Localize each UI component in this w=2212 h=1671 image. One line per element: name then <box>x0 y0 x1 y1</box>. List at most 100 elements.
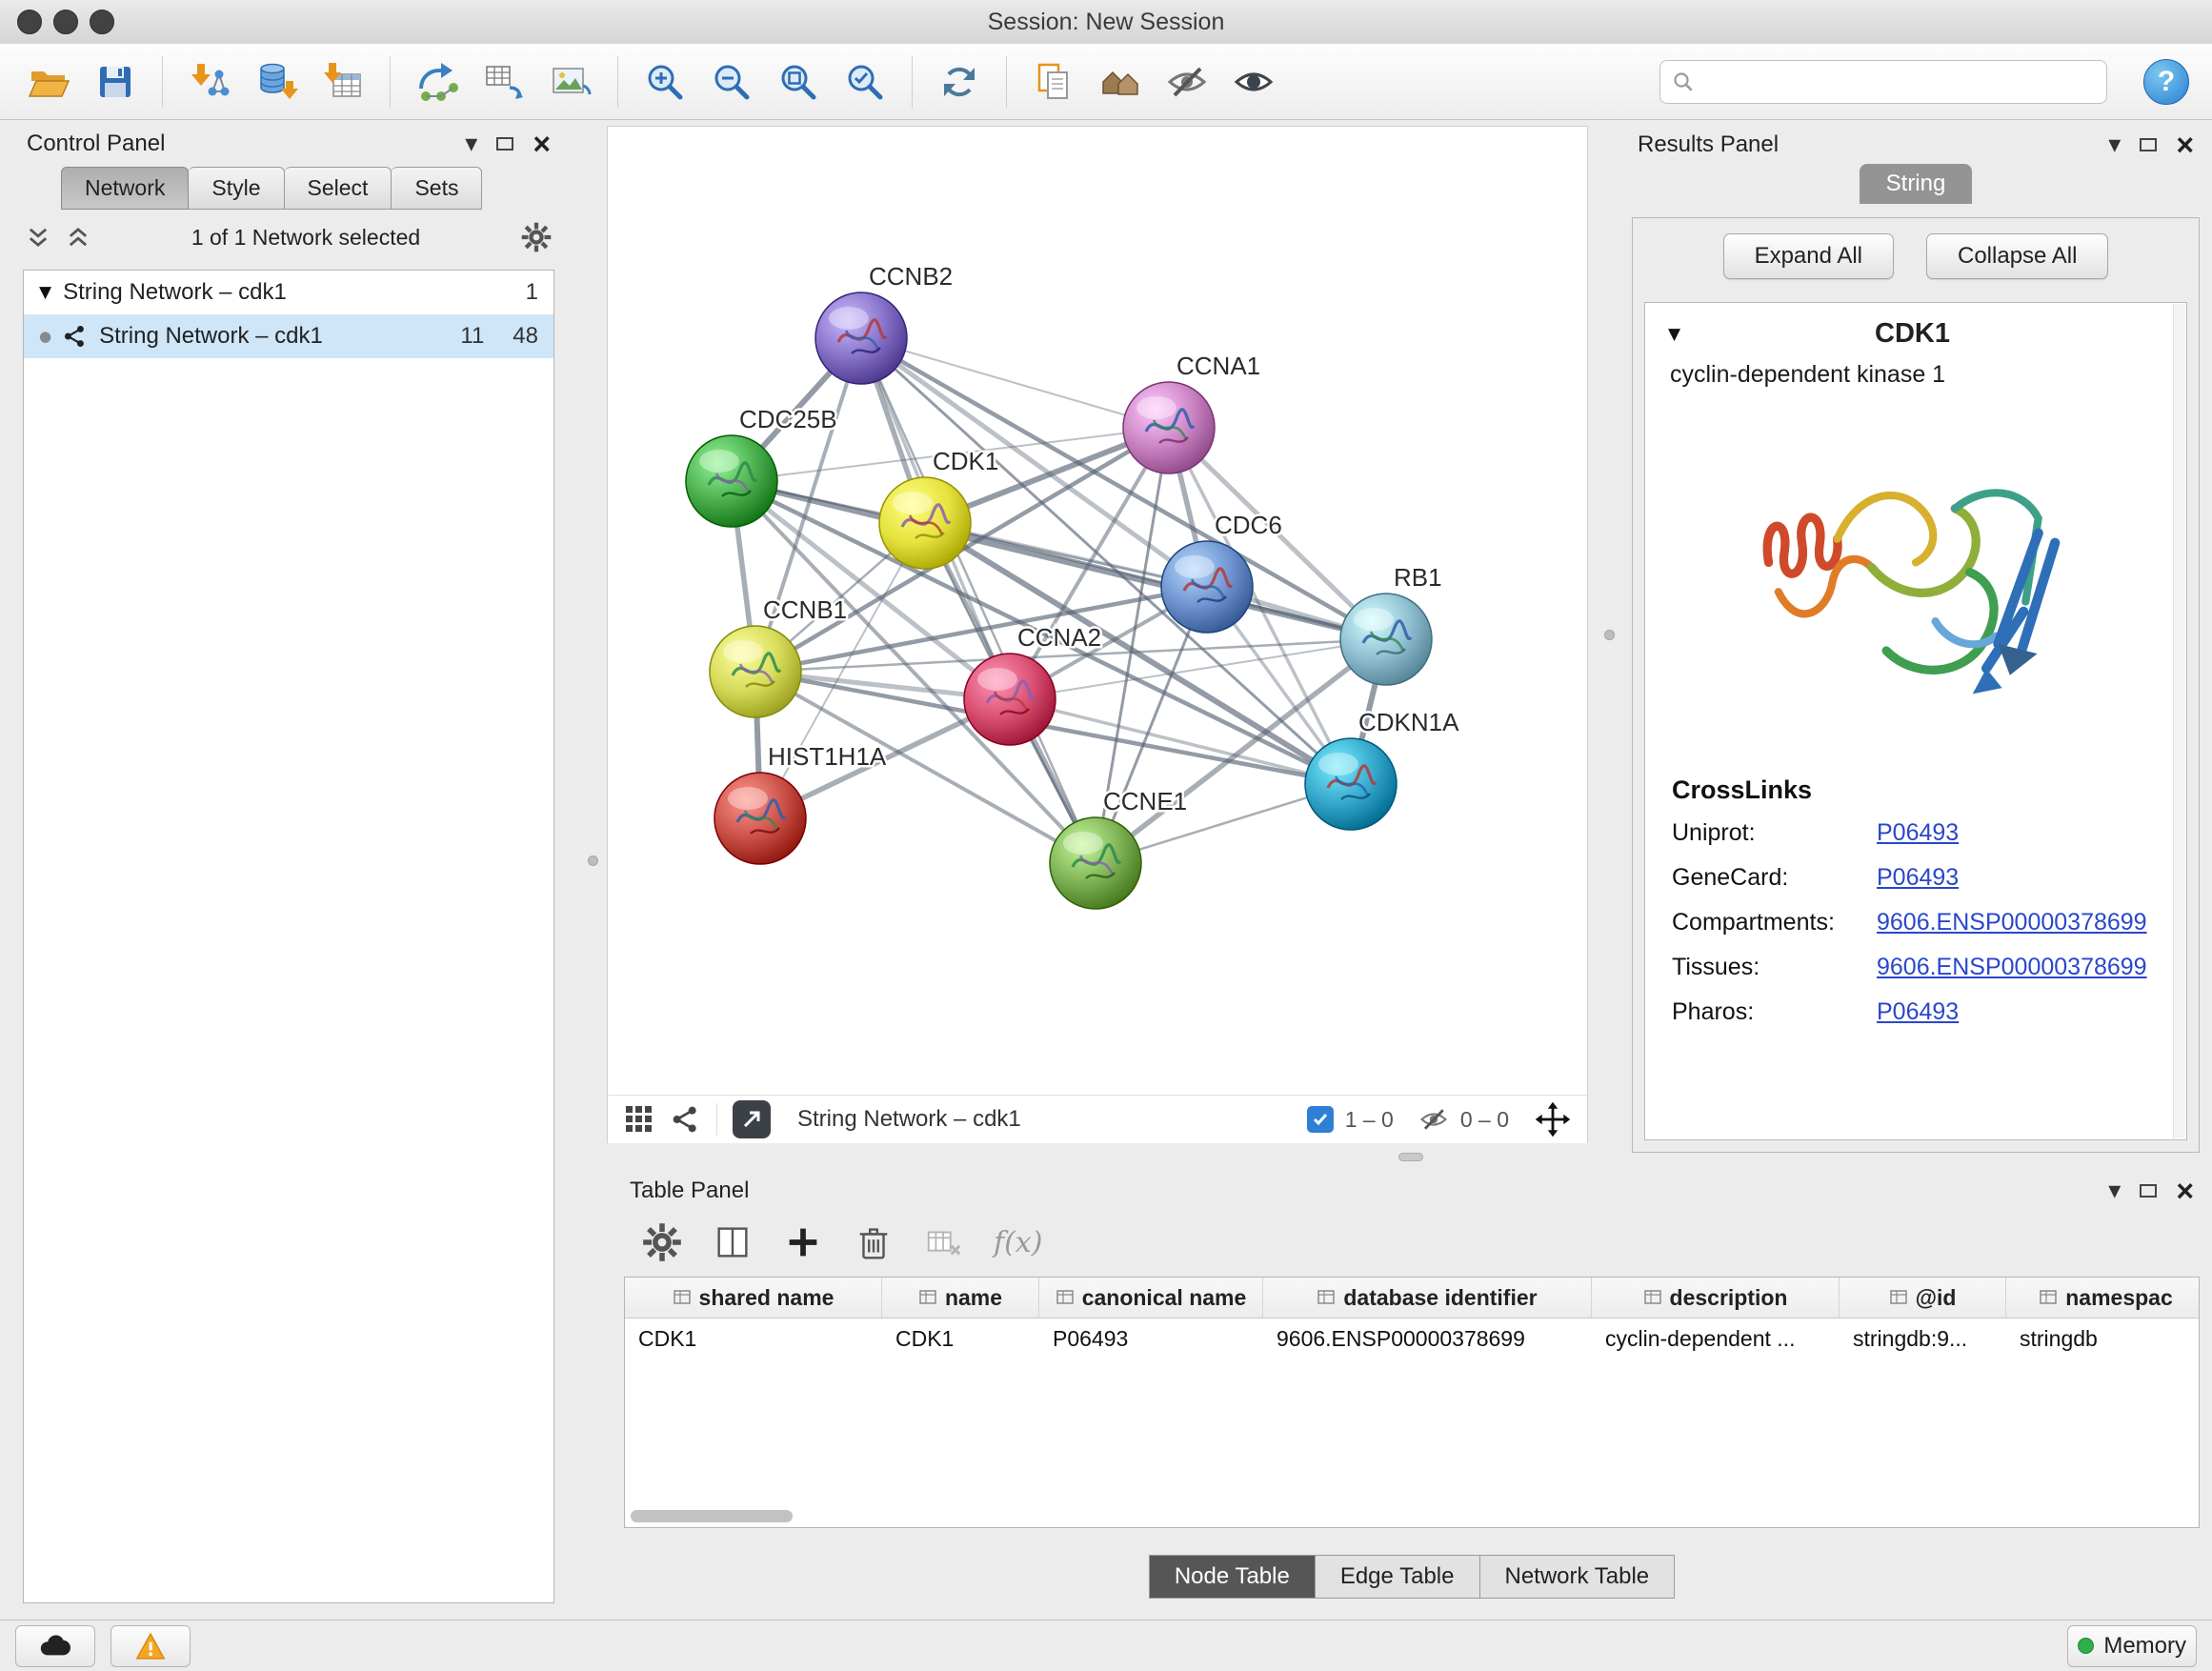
close-panel-icon[interactable]: × <box>2176 130 2194 160</box>
crosslink-link[interactable]: P06493 <box>1877 864 1959 892</box>
table-row[interactable]: CDK1CDK1P064939606.ENSP00000378699cyclin… <box>625 1319 2199 1359</box>
column-header-@id[interactable]: @id <box>1840 1278 2006 1318</box>
expand-all-icon[interactable] <box>65 224 91 251</box>
float-panel-icon[interactable] <box>2140 138 2157 151</box>
node-label-CCNB1: CCNB1 <box>763 595 847 624</box>
crosslink-row: Uniprot:P06493 <box>1645 811 2186 856</box>
help-button[interactable]: ? <box>2143 59 2189 105</box>
tab-select[interactable]: Select <box>285 167 392 210</box>
first-neighbors-button[interactable] <box>1095 55 1146 109</box>
open-folder-icon <box>27 60 70 104</box>
network-node-CCNB1[interactable] <box>710 626 801 717</box>
current-network-dot: ● <box>39 328 51 345</box>
new-network-icon <box>415 60 459 104</box>
crosslink-label: Compartments: <box>1672 909 1877 936</box>
network-node-RB1[interactable] <box>1340 594 1432 685</box>
column-header-shared-name[interactable]: shared name <box>625 1278 882 1318</box>
warnings-button[interactable] <box>111 1625 191 1667</box>
crosslink-link[interactable]: P06493 <box>1877 998 1959 1026</box>
tab-node-table[interactable]: Node Table <box>1149 1555 1316 1599</box>
tab-sets[interactable]: Sets <box>392 167 482 210</box>
export-image-button[interactable] <box>545 55 596 109</box>
network-row[interactable]: ● String Network – cdk1 11 48 <box>24 314 553 358</box>
refresh-button[interactable] <box>934 55 985 109</box>
float-panel-icon[interactable] <box>496 137 513 151</box>
column-header-database-identifier[interactable]: database identifier <box>1263 1278 1592 1318</box>
expand-all-button[interactable]: Expand All <box>1723 233 1894 279</box>
network-node-CDKN1A[interactable] <box>1305 738 1397 830</box>
network-node-CCNB2[interactable] <box>815 292 907 384</box>
network-node-CDC6[interactable] <box>1161 541 1253 633</box>
table-cell: cyclin-dependent ... <box>1592 1319 1840 1359</box>
results-scrollbar[interactable] <box>2173 304 2185 1138</box>
import-network-file-button[interactable] <box>184 55 235 109</box>
crosslink-link[interactable]: P06493 <box>1877 819 1959 847</box>
save-session-button[interactable] <box>90 55 141 109</box>
network-node-CDC25B[interactable] <box>686 435 777 527</box>
tab-style[interactable]: Style <box>189 167 284 210</box>
show-columns-icon[interactable] <box>712 1221 754 1263</box>
column-header-namespac[interactable]: namespac <box>2006 1278 2200 1318</box>
zoom-fit-button[interactable] <box>773 55 824 109</box>
memory-button[interactable]: Memory <box>2067 1625 2197 1667</box>
tab-network-table[interactable]: Network Table <box>1480 1555 1676 1599</box>
grid-view-icon[interactable] <box>623 1103 655 1136</box>
birdseye-view-button[interactable] <box>733 1100 771 1138</box>
gear-icon[interactable] <box>520 221 553 253</box>
network-canvas[interactable]: CCNB2CCNA1CDC25BCDK1CDC6RB1CCNB1CCNA2CDK… <box>608 127 1587 1095</box>
horizontal-splitter-handle[interactable] <box>1398 1153 1423 1161</box>
network-edge[interactable] <box>925 523 1386 639</box>
delete-column-trash-icon[interactable] <box>853 1221 895 1263</box>
network-from-table-button[interactable] <box>478 55 530 109</box>
network-node-CCNE1[interactable] <box>1050 817 1141 909</box>
import-network-database-button[interactable] <box>251 55 302 109</box>
close-panel-icon[interactable]: × <box>2176 1176 2194 1206</box>
window-minimize-button[interactable] <box>53 10 78 34</box>
add-column-icon[interactable] <box>782 1221 824 1263</box>
network-node-HIST1H1A[interactable] <box>714 773 806 864</box>
cloud-status-button[interactable] <box>15 1625 95 1667</box>
import-table-button[interactable] <box>317 55 369 109</box>
tree-expand-icon[interactable]: ▼ <box>39 283 51 302</box>
network-node-CCNA2[interactable] <box>964 654 1056 745</box>
selected-checkbox-icon[interactable] <box>1307 1106 1334 1133</box>
pan-crosshair-icon[interactable] <box>1534 1100 1572 1138</box>
panel-menu-icon[interactable]: ▾ <box>2108 1178 2121 1203</box>
panel-menu-icon[interactable]: ▾ <box>2108 132 2121 157</box>
network-node-CDK1[interactable] <box>879 477 971 569</box>
float-panel-icon[interactable] <box>2140 1184 2157 1198</box>
table-cell: stringdb:9... <box>1840 1319 2006 1359</box>
zoom-in-button[interactable] <box>639 55 691 109</box>
panel-menu-icon[interactable]: ▾ <box>465 131 477 156</box>
open-session-button[interactable] <box>23 55 74 109</box>
show-all-button[interactable] <box>1228 55 1279 109</box>
new-network-button[interactable] <box>412 55 463 109</box>
column-header-canonical-name[interactable]: canonical name <box>1039 1278 1263 1318</box>
column-header-description[interactable]: description <box>1592 1278 1840 1318</box>
close-panel-icon[interactable]: × <box>533 129 551 159</box>
network-edge[interactable] <box>861 338 1169 428</box>
tab-string-results[interactable]: String <box>1860 164 1973 204</box>
collapse-all-button[interactable]: Collapse All <box>1926 233 2108 279</box>
table-horizontal-scrollbar[interactable] <box>631 1510 793 1522</box>
crosslink-link[interactable]: 9606.ENSP00000378699 <box>1877 954 2147 981</box>
section-collapse-icon[interactable]: ▼ <box>1668 325 1680 344</box>
window-zoom-button[interactable] <box>90 10 114 34</box>
search-input[interactable] <box>1702 68 2095 95</box>
network-node-CCNA1[interactable] <box>1123 382 1215 473</box>
window-close-button[interactable] <box>17 10 42 34</box>
zoom-out-button[interactable] <box>706 55 757 109</box>
zoom-selected-button[interactable] <box>839 55 891 109</box>
vertical-splitter-handle[interactable] <box>588 856 598 866</box>
clone-network-button[interactable] <box>1028 55 1079 109</box>
hide-selected-button[interactable] <box>1161 55 1213 109</box>
column-header-name[interactable]: name <box>882 1278 1039 1318</box>
tab-network[interactable]: Network <box>61 167 189 210</box>
crosslink-link[interactable]: 9606.ENSP00000378699 <box>1877 909 2147 936</box>
tab-edge-table[interactable]: Edge Table <box>1316 1555 1480 1599</box>
share-view-icon[interactable] <box>671 1104 701 1135</box>
collapse-all-icon[interactable] <box>25 224 51 251</box>
network-collection-row[interactable]: ▼ String Network – cdk1 1 <box>24 271 553 314</box>
vertical-splitter-handle[interactable] <box>1604 630 1615 640</box>
table-settings-gear-icon[interactable] <box>641 1221 683 1263</box>
